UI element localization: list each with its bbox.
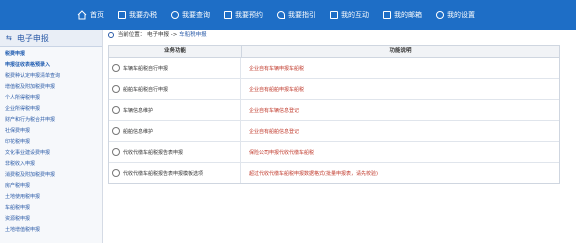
search-icon [171,11,179,19]
sidebar-item[interactable]: 房产税申报 [0,181,102,192]
function-description-cell: 企业自有船舶信息登记 [241,121,559,141]
mail-icon [383,11,391,19]
row-radio[interactable] [112,106,120,114]
sidebar-item[interactable]: 税费申报 [0,49,102,60]
sidebar-item[interactable]: 申报征收表格预录入 [0,60,102,71]
table-body: 车辆车船税自行申报 企业自有车辆申报车船税船舶车船税自行申报 企业自有船舶申报车船税… [109,58,559,183]
nav-interaction-label: 我的互动 [341,11,369,19]
sidebar-item[interactable]: 土地使用税申报 [0,192,102,203]
nav-home[interactable]: 首页 [70,0,111,30]
function-description: 企业自有船舶信息登记 [249,128,300,135]
nav-guide-label: 我要指引 [288,11,316,19]
heart-icon [277,11,285,19]
table-row[interactable]: 代收代缴车船税报告表申报 保险公司申报代收代缴车船税 [109,142,559,163]
sidebar-item[interactable]: 印花税申报 [0,137,102,148]
table-row[interactable]: 车辆车船税自行申报 企业自有车辆申报车船税 [109,58,559,79]
business-function-cell: 车辆信息维护 [109,100,241,120]
function-description: 超过代收代缴车船税申报数据格式(批量申报表，请先校验) [249,170,378,177]
function-description-cell: 超过代收代缴车船税申报数据格式(批量申报表，请先校验) [241,163,559,183]
sidebar-item[interactable]: 企业所得税申报 [0,104,102,115]
printer-icon [330,11,338,19]
nav-mailbox-label: 我的邮箱 [394,11,422,19]
nav-appointment-label: 我要预约 [235,11,263,19]
nav-settings-label: 我的设置 [447,11,475,19]
function-table: 业务功能 功能说明 车辆车船税自行申报 企业自有车辆申报车船税 船舶车船税自行申报企… [108,45,560,184]
document-icon [118,11,126,19]
sidebar-item[interactable]: 财产和行为税合并申报 [0,115,102,126]
sidebar-item[interactable]: 税费种认定申报清单查询 [0,71,102,82]
nav-guide[interactable]: 我要指引 [270,0,323,30]
nav-settings[interactable]: 我的设置 [429,0,482,30]
sidebar-title: 电子申报 [16,33,49,43]
nav-interaction[interactable]: 我的互动 [323,0,376,30]
business-function-cell: 船舶信息维护 [109,121,241,141]
breadcrumb-path[interactable]: 电子申报 -> [147,32,179,38]
table-row[interactable]: 船舶信息维护 企业自有船舶信息登记 [109,121,559,142]
function-description: 企业自有船舶申报车船税 [249,86,305,93]
header-business-function: 业务功能 [109,46,242,57]
nav-query-label: 我要查询 [182,11,210,19]
sidebar-item[interactable]: 文化事业建设费申报 [0,148,102,159]
nav-items: 首页 我要办税 我要查询 我要预约 我要指引 我的互动 我的邮箱 我的设置 [70,0,482,30]
function-description-cell: 企业自有船舶申报车船税 [241,79,559,99]
nav-appointment[interactable]: 我要预约 [217,0,270,30]
sidebar-list: 税费申报 申报征收表格预录入 税费种认定申报清单查询 增值税及附加税费申报 个人所得税申… [0,47,102,236]
sidebar-item[interactable]: 车船税申报 [0,203,102,214]
row-radio[interactable] [112,85,120,93]
function-description: 保险公司申报代收代缴车船税 [249,149,315,156]
row-radio[interactable] [112,148,120,156]
nav-tax-handling[interactable]: 我要办税 [111,0,164,30]
function-description-cell: 企业自有车辆信息登记 [241,100,559,120]
function-description: 企业自有车辆信息登记 [249,107,300,114]
sidebar-item[interactable]: 非税收入申报 [0,159,102,170]
table-row[interactable]: 车辆信息维护 企业自有车辆信息登记 [109,100,559,121]
business-function-cell: 车辆车船税自行申报 [109,58,241,78]
home-icon [77,10,87,20]
function-description-cell: 保险公司申报代收代缴车船税 [241,142,559,162]
function-description-cell: 企业自有车辆申报车船税 [241,58,559,78]
table-header: 业务功能 功能说明 [109,46,559,58]
top-navigation: 首页 我要办税 我要查询 我要预约 我要指引 我的互动 我的邮箱 我的设置 [0,0,576,30]
sidebar-item[interactable]: 个人所得税申报 [0,93,102,104]
main-content: 当前位置： 电子申报 -> 车船税申报 业务功能 功能说明 车辆车船税自行申报企… [108,30,568,184]
nav-mailbox[interactable]: 我的邮箱 [376,0,429,30]
breadcrumb-prefix: 当前位置： [117,32,146,38]
business-function-name: 船舶信息维护 [123,128,154,135]
table-row[interactable]: 代收代缴车船税报告表申报模板选项 超过代收代缴车船税申报数据格式(批量申报表，请先… [109,163,559,183]
row-radio[interactable] [112,64,120,72]
gear-icon [436,11,444,19]
nav-tax-handling-label: 我要办税 [129,11,157,19]
left-sidebar: ⇆ 电子申报 税费申报 申报征收表格预录入 税费种认定申报清单查询 增值税及附加税费申… [0,30,103,243]
checkbox-icon [224,11,232,19]
breadcrumb: 当前位置： 电子申报 -> 车船税申报 [108,30,568,41]
tag-icon: ⇆ [6,34,12,42]
nav-home-label: 首页 [90,11,104,19]
row-radio[interactable] [112,127,120,135]
header-function-description: 功能说明 [389,48,412,54]
sidebar-item[interactable]: 土地增值税申报 [0,225,102,236]
brand-area [0,0,70,30]
function-description: 企业自有车辆申报车船税 [249,65,305,72]
location-icon [108,31,114,38]
business-function-cell: 船舶车船税自行申报 [109,79,241,99]
sidebar-item[interactable]: 增值税及附加税费申报 [0,82,102,93]
business-function-name: 代收代缴车船税报告表申报 [123,149,184,156]
sidebar-item[interactable]: 资源税申报 [0,214,102,225]
sidebar-item[interactable]: 消费税及附加税费申报 [0,170,102,181]
table-row[interactable]: 船舶车船税自行申报 企业自有船舶申报车船税 [109,79,559,100]
sidebar-header: ⇆ 电子申报 [0,30,102,47]
business-function-cell: 代收代缴车船税报告表申报 [109,142,241,162]
sidebar-item[interactable]: 社保费申报 [0,126,102,137]
business-function-name: 车辆车船税自行申报 [123,65,169,72]
business-function-name: 代收代缴车船税报告表申报模板选项 [123,170,204,177]
row-radio[interactable] [112,169,120,177]
business-function-name: 车辆信息维护 [123,107,154,114]
breadcrumb-current: 车船税申报 [179,32,207,38]
business-function-cell: 代收代缴车船税报告表申报模板选项 [109,163,241,183]
nav-query[interactable]: 我要查询 [164,0,217,30]
business-function-name: 船舶车船税自行申报 [123,86,169,93]
